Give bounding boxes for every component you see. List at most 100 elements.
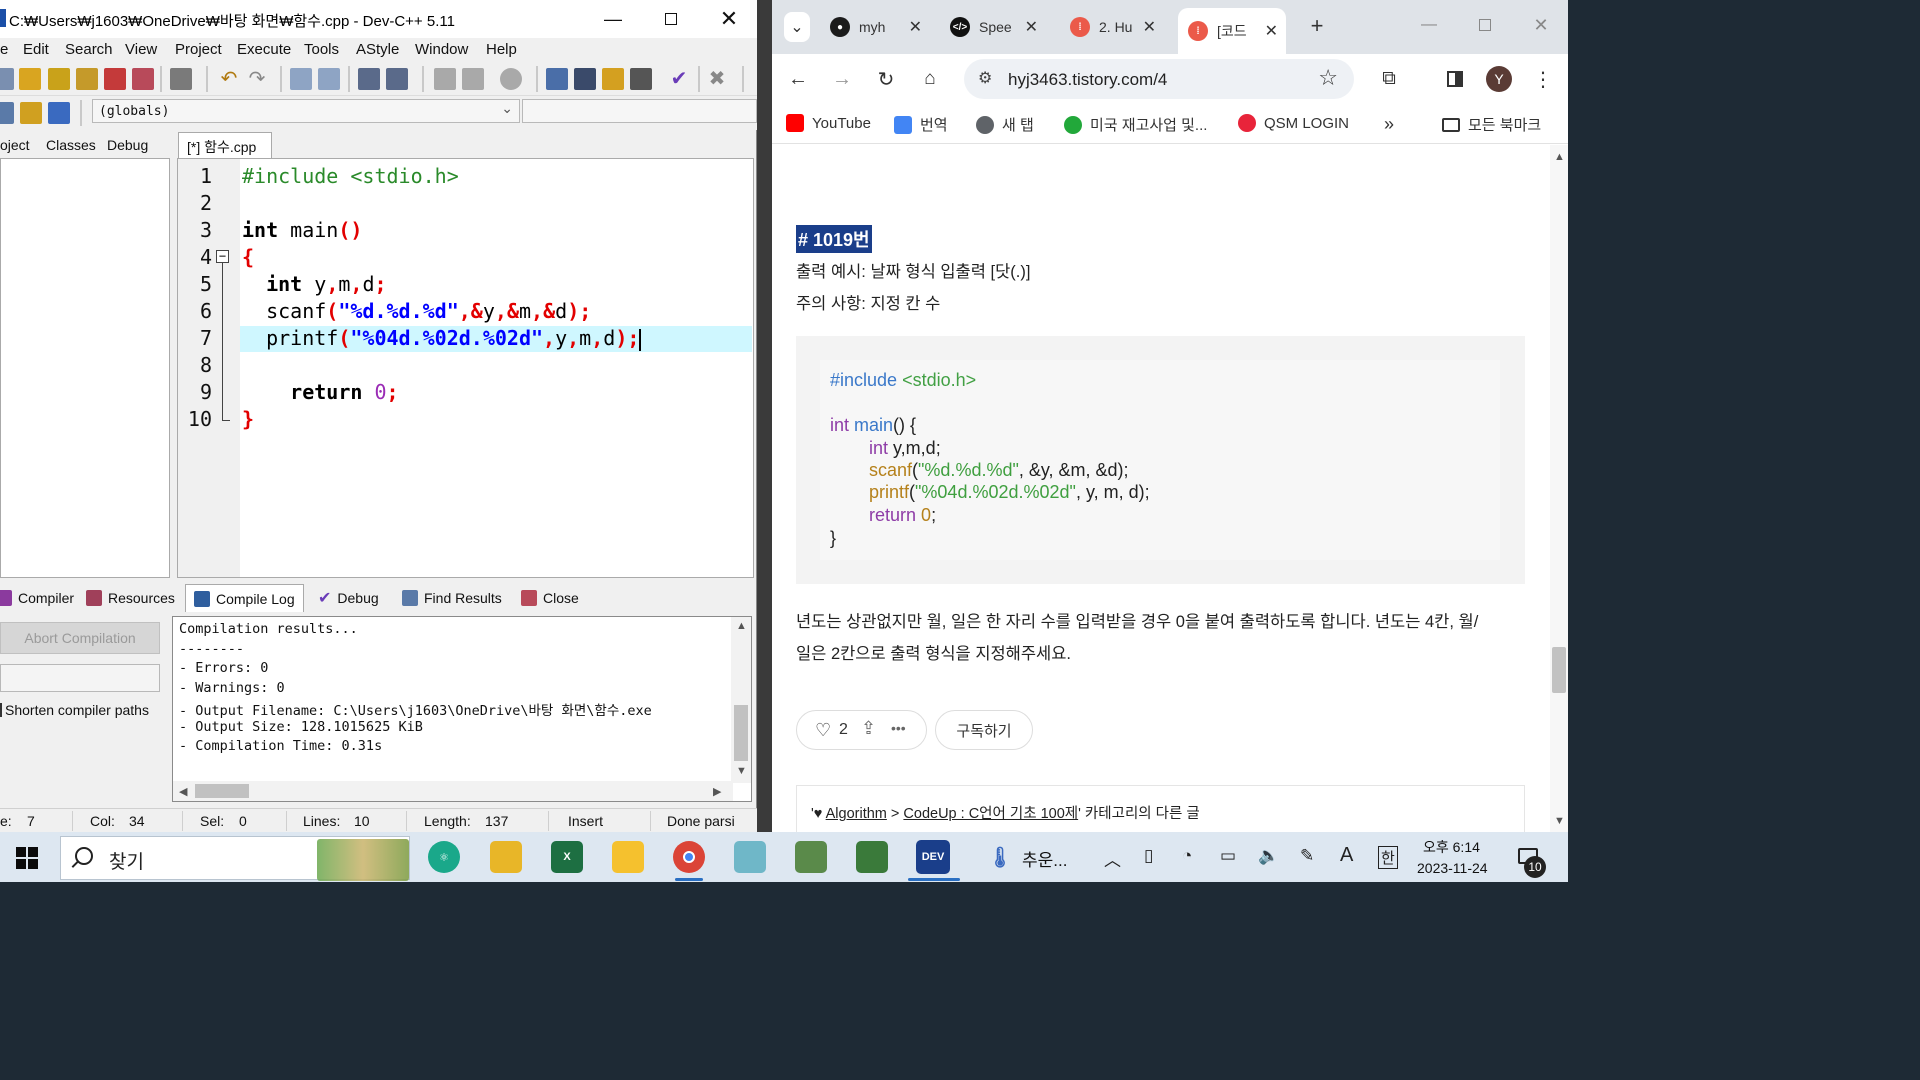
menu-kebab-icon[interactable]: ⋮ [1530, 66, 1556, 92]
clock-time[interactable]: 오후 6:14 [1423, 837, 1480, 857]
find-icon[interactable] [290, 68, 312, 90]
minimize-icon[interactable]: — [584, 0, 642, 38]
toggle-icon[interactable] [48, 102, 70, 124]
wifi-icon[interactable]: ◔ [1182, 846, 1192, 866]
abort-compilation-button[interactable]: Abort Compilation [0, 622, 160, 654]
run-icon[interactable] [574, 68, 596, 90]
volume-icon[interactable]: 🔈 [1258, 846, 1279, 866]
back-icon[interactable]: ← [785, 66, 811, 92]
menu-execute[interactable]: Execute [237, 41, 291, 58]
stop-execution-icon[interactable]: ✖ [706, 68, 728, 90]
menu-window[interactable]: Window [415, 41, 468, 58]
extensions-icon[interactable]: ⧉ [1376, 66, 1402, 92]
all-bookmarks[interactable]: 모든 북마크 [1442, 114, 1541, 135]
project-browser[interactable] [0, 158, 170, 578]
share-icon[interactable]: ⇪ [861, 718, 876, 739]
category-link[interactable]: Algorithm [826, 806, 887, 822]
close-tab-icon[interactable]: ✕ [1265, 21, 1278, 41]
unindent-icon[interactable] [462, 68, 484, 90]
rebuild-icon[interactable] [630, 68, 652, 90]
subscribe-button[interactable]: 구독하기 [935, 710, 1033, 750]
utility-app-icon[interactable] [856, 841, 888, 873]
save-all-icon[interactable] [76, 68, 98, 90]
clock-date[interactable]: 2023-11-24 [1417, 860, 1488, 876]
site-info-icon[interactable]: ⚙ [978, 68, 992, 88]
save-icon[interactable] [48, 68, 70, 90]
excel-icon[interactable]: X [551, 841, 583, 873]
more-icon[interactable]: ••• [891, 720, 906, 736]
tab-project[interactable]: oject [0, 137, 30, 153]
close-file-icon[interactable] [104, 68, 126, 90]
tab-compiler[interactable]: Compiler [0, 584, 74, 612]
maximize-icon[interactable] [642, 0, 700, 38]
device-icon[interactable]: ▯ [1144, 846, 1153, 866]
side-panel-icon[interactable] [1442, 66, 1468, 92]
bookmark-new-tab[interactable]: 새 탭 [976, 114, 1034, 135]
weather-icon[interactable]: 🌡 [984, 841, 1016, 873]
redo-icon[interactable]: ↷ [246, 68, 268, 90]
close-tab-icon[interactable]: ✕ [1025, 17, 1038, 37]
toggle-comment-icon[interactable] [500, 68, 522, 90]
close-icon[interactable]: ✕ [1528, 12, 1554, 38]
new-tab-icon[interactable]: + [1304, 13, 1330, 39]
file-explorer-icon[interactable] [490, 841, 522, 873]
battery-icon[interactable]: ▭ [1220, 846, 1236, 866]
bookmark-qsm[interactable]: QSM LOGIN [1238, 114, 1349, 132]
menu-astyle[interactable]: AStyle [356, 41, 399, 58]
bookmark-star-icon[interactable]: ☆ [1318, 65, 1338, 91]
tab-debug[interactable]: Debug [107, 137, 148, 153]
profile-avatar[interactable]: Y [1486, 66, 1512, 92]
editor-app-icon[interactable] [734, 841, 766, 873]
bookmark-youtube[interactable]: YouTube [786, 114, 871, 132]
log-horizontal-scrollbar[interactable]: ◀ ▶ [173, 781, 733, 801]
windows-start-icon[interactable] [16, 847, 38, 869]
tab-close[interactable]: Close [521, 584, 579, 612]
tab-file[interactable]: [*] 함수.cpp [178, 132, 272, 159]
tray-overflow-icon[interactable]: ︿ [1104, 846, 1121, 871]
address-bar[interactable]: ⚙ hyj3463.tistory.com/4 ☆ [964, 59, 1354, 99]
chrome-tab-1[interactable]: ● myh ✕ [820, 8, 930, 46]
tab-compile-log[interactable]: Compile Log [185, 584, 304, 612]
chrome-tab-4-active[interactable]: ⁞ [코드 ✕ [1178, 8, 1286, 54]
reload-icon[interactable]: ↻ [873, 66, 899, 92]
tab-debug-panel[interactable]: ✔ Debug [318, 584, 379, 612]
menu-file[interactable]: e [0, 41, 8, 58]
chrome-tab-2[interactable]: </> Spee ✕ [940, 8, 1046, 46]
close-tab-icon[interactable]: ✕ [909, 17, 922, 37]
compile-icon[interactable] [546, 68, 568, 90]
replace-icon[interactable] [318, 68, 340, 90]
indent-icon[interactable] [434, 68, 456, 90]
close-icon[interactable]: ✕ [700, 0, 758, 38]
bookmark-translate[interactable]: 번역 [894, 114, 948, 135]
insert-icon[interactable] [20, 102, 42, 124]
minimize-icon[interactable]: — [1416, 12, 1442, 38]
menu-view[interactable]: View [125, 41, 157, 58]
pen-icon[interactable]: ✎ [1300, 846, 1314, 866]
syntax-check-icon[interactable]: ✔ [668, 68, 690, 90]
compile-run-icon[interactable] [602, 68, 624, 90]
shorten-paths-checkbox[interactable]: Shorten compiler paths [0, 702, 149, 718]
weather-text[interactable]: 추운... [1022, 846, 1067, 871]
subcategory-link[interactable]: CodeUp : C언어 기초 100제 [903, 806, 1078, 822]
code-editor[interactable]: 1 2 3 4 5 6 7 8 9 10 − #include <stdio.h… [177, 158, 754, 578]
compile-log[interactable]: Compilation results... -------- - Errors… [172, 616, 752, 802]
tools-app-icon[interactable] [795, 841, 827, 873]
log-vertical-scrollbar[interactable]: ▲ ▼ [731, 617, 751, 783]
atom-app-icon[interactable]: ⚛ [428, 841, 460, 873]
home-icon[interactable]: ⌂ [917, 66, 943, 92]
close-tab-icon[interactable]: ✕ [1143, 17, 1156, 37]
maximize-icon[interactable] [1472, 12, 1498, 38]
bookmarks-overflow-icon[interactable]: » [1384, 114, 1394, 135]
page-scrollbar[interactable]: ▲ ▼ [1550, 145, 1568, 832]
ime-language[interactable]: 한 [1378, 846, 1398, 869]
chrome-taskbar-icon[interactable] [673, 841, 705, 873]
globals-dropdown[interactable]: (globals) ⌄ [92, 99, 520, 123]
new-file-icon[interactable] [0, 68, 14, 90]
bookmark-icon[interactable] [386, 68, 408, 90]
tab-find-results[interactable]: Find Results [402, 584, 502, 612]
ime-mode[interactable]: A [1340, 844, 1353, 867]
print-icon[interactable] [170, 68, 192, 90]
close-all-icon[interactable] [132, 68, 154, 90]
notes-app-icon[interactable] [612, 841, 644, 873]
devcpp-titlebar[interactable]: C:₩Users₩j1603₩OneDrive₩바탕 화면₩함수.cpp - D… [0, 0, 757, 38]
